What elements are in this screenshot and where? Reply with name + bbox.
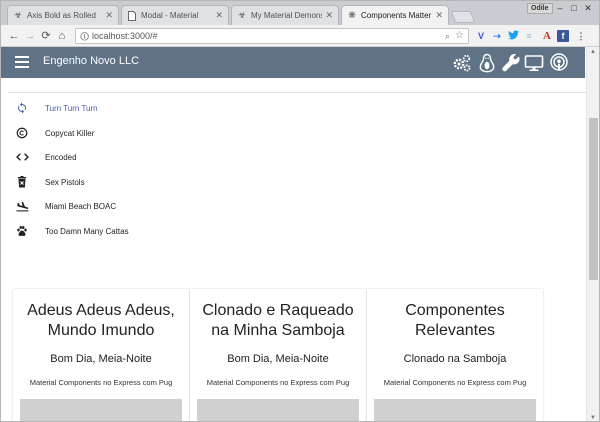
home-icon[interactable]: ⌂ bbox=[55, 29, 69, 43]
card-subtitle: Clonado na Samboja bbox=[403, 353, 507, 365]
menu-icon[interactable] bbox=[15, 56, 29, 68]
scroll-up-icon[interactable]: ▲ bbox=[590, 49, 596, 55]
browser-toolbar: ← → ⟳ ⌂ 🛈 localhost:3000/# ⌕ ☆ V ⇢ ≡ A f… bbox=[1, 25, 599, 47]
zoom-icon[interactable]: ⌕ bbox=[445, 29, 450, 43]
snowflake-icon: ❋ bbox=[348, 10, 356, 20]
page-icon bbox=[127, 10, 137, 21]
close-icon[interactable]: ✕ bbox=[435, 10, 443, 21]
linux-icon[interactable] bbox=[477, 53, 497, 73]
arrow-icon[interactable]: ⇢ bbox=[491, 30, 503, 42]
card-title: Adeus Adeus Adeus, Mundo Imundo bbox=[27, 302, 175, 339]
bookmark-icon[interactable]: ≡ bbox=[523, 30, 535, 42]
profile-badge[interactable]: Odile bbox=[527, 3, 553, 14]
star-icon[interactable]: ☆ bbox=[455, 29, 464, 43]
tab-modal-material[interactable]: Modal - Material ✕ bbox=[121, 5, 229, 25]
paw-icon bbox=[11, 221, 33, 241]
tab-components-matter[interactable]: ❋ Components Matter ✕ bbox=[341, 5, 449, 25]
menu-dots-icon[interactable]: ⋮ bbox=[575, 30, 587, 42]
close-icon[interactable]: ✕ bbox=[325, 10, 333, 21]
card-componentes: Componentes Relevantes Clonado na Samboj… bbox=[367, 289, 543, 421]
scroll-down-icon[interactable]: ▼ bbox=[590, 415, 596, 421]
card-text: Material Components no Express com Pug bbox=[206, 378, 350, 387]
url-input[interactable]: 🛈 localhost:3000/# ⌕ ☆ bbox=[75, 28, 469, 44]
minimize-icon[interactable]: – bbox=[553, 2, 567, 14]
trash-icon bbox=[11, 172, 33, 192]
nav-divider bbox=[8, 92, 586, 93]
new-tab-button[interactable] bbox=[450, 11, 476, 23]
facebook-icon[interactable]: f bbox=[557, 30, 569, 42]
card-adeus: Adeus Adeus Adeus, Mundo Imundo Bom Dia,… bbox=[13, 289, 189, 421]
tab-strip: ☣ Axis Bold as Rolled ✕ Modal - Material… bbox=[1, 1, 599, 25]
vertical-scrollbar[interactable]: ▲ ▼ bbox=[586, 47, 599, 421]
card-clonado: Clonado e Raqueado na Minha Samboja Bom … bbox=[190, 289, 366, 421]
card-text: Material Components no Express com Pug bbox=[383, 378, 527, 387]
app-bar: Engenho Novo LLC bbox=[1, 47, 585, 78]
tab-my-material-demons[interactable]: ☣ My Material Demons ✕ bbox=[231, 5, 339, 25]
nav-item-copycat-killer[interactable]: Copycat Killer bbox=[11, 123, 94, 143]
vuetify-icon[interactable]: V bbox=[475, 30, 487, 42]
biohazard-icon: ☣ bbox=[237, 10, 247, 20]
close-icon[interactable]: ✕ bbox=[105, 10, 113, 21]
cogs-icon[interactable] bbox=[452, 53, 472, 73]
tab-axis-bold[interactable]: ☣ Axis Bold as Rolled ✕ bbox=[7, 5, 119, 25]
app-title: Engenho Novo LLC bbox=[43, 55, 140, 67]
card-title: Componentes Relevantes bbox=[405, 302, 505, 339]
nav-item-too-damn-many-cattas[interactable]: Too Damn Many Cattas bbox=[11, 221, 129, 241]
card-subtitle: Bom Dia, Meia-Noite bbox=[227, 353, 329, 365]
card-title: Clonado e Raqueado na Minha Samboja bbox=[202, 302, 354, 339]
sync-icon bbox=[11, 98, 33, 118]
card-subtitle: Bom Dia, Meia-Noite bbox=[50, 353, 152, 365]
maximize-icon[interactable]: □ bbox=[567, 2, 581, 14]
close-icon[interactable]: ✕ bbox=[215, 10, 223, 21]
page-info-icon[interactable]: 🛈 bbox=[80, 30, 89, 44]
biohazard-icon: ☣ bbox=[13, 10, 23, 20]
nav-item-encoded[interactable]: Encoded bbox=[11, 147, 77, 167]
card-media bbox=[20, 399, 182, 421]
copyright-icon bbox=[11, 123, 33, 143]
flight-land-icon bbox=[11, 196, 33, 216]
desktop-icon[interactable] bbox=[524, 53, 544, 73]
reload-icon[interactable]: ⟳ bbox=[39, 29, 53, 43]
code-icon bbox=[11, 147, 33, 167]
podcast-icon[interactable] bbox=[549, 53, 569, 73]
nav-item-miami-beach-boac[interactable]: Miami Beach BOAC bbox=[11, 196, 116, 216]
card-media bbox=[197, 399, 359, 421]
window-close-icon[interactable]: ✕ bbox=[581, 2, 595, 14]
nav-item-sex-pistols[interactable]: Sex Pistols bbox=[11, 172, 85, 192]
wrench-icon[interactable] bbox=[501, 53, 521, 73]
twitter-icon[interactable] bbox=[507, 30, 519, 42]
card-text: Material Components no Express com Pug bbox=[29, 378, 173, 387]
forward-icon[interactable]: → bbox=[23, 29, 37, 43]
font-icon[interactable]: A bbox=[541, 30, 553, 42]
scrollbar-thumb[interactable] bbox=[589, 118, 598, 280]
nav-item-turn-turn-turn[interactable]: Turn Turn Turn bbox=[11, 98, 98, 118]
card-media bbox=[374, 399, 536, 421]
browser-window: ☣ Axis Bold as Rolled ✕ Modal - Material… bbox=[0, 0, 600, 422]
back-icon[interactable]: ← bbox=[7, 29, 21, 43]
